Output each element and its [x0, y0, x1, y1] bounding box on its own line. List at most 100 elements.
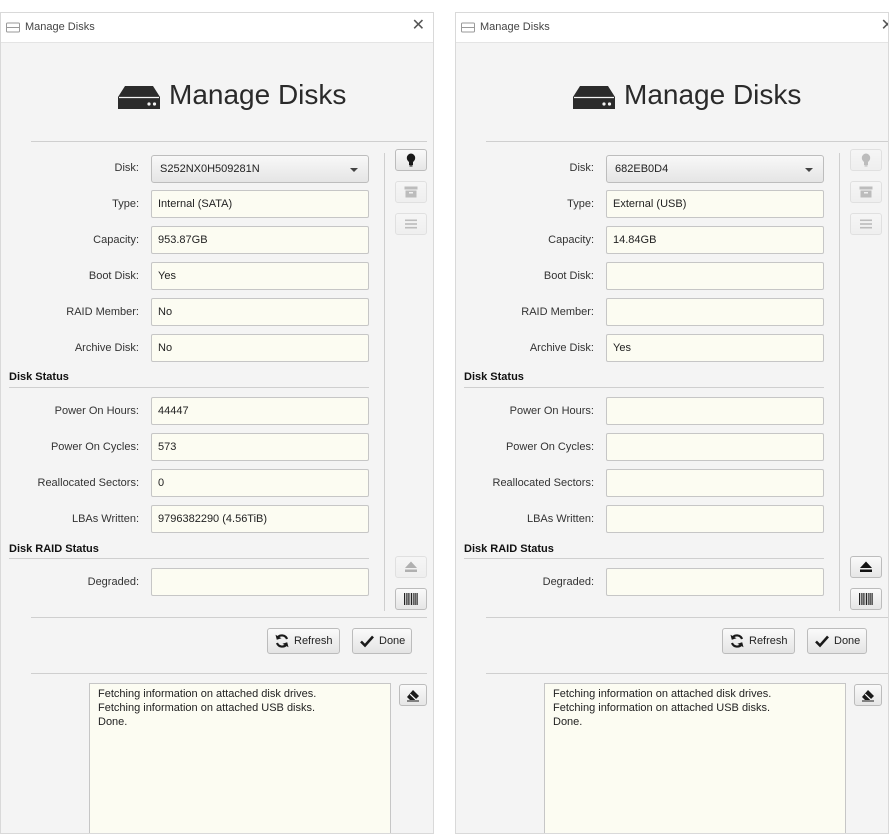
vertical-divider [839, 153, 840, 611]
power-on-cycles-field[interactable]: 573 [151, 433, 369, 461]
checkmark-icon [360, 635, 374, 648]
disk-label: Disk: [114, 162, 139, 174]
type-label: Type: [112, 198, 139, 210]
section-divider [9, 387, 369, 388]
power-on-hours-field[interactable]: 44447 [151, 397, 369, 425]
raid-member-label: RAID Member: [521, 306, 594, 318]
list-button[interactable] [395, 213, 427, 235]
divider [486, 141, 888, 142]
list-icon [405, 219, 417, 229]
divider [31, 673, 427, 674]
archive-button[interactable] [395, 181, 427, 203]
refresh-button[interactable]: Refresh [722, 628, 795, 654]
log-line: Done. [98, 716, 128, 728]
disk-icon [6, 22, 20, 33]
done-button[interactable]: Done [807, 628, 868, 654]
chevron-down-icon [805, 168, 813, 172]
capacity-field[interactable]: 14.84GB [606, 226, 824, 254]
reallocated-sectors-field[interactable]: 0 [151, 469, 369, 497]
disk-raid-status-heading: Disk RAID Status [464, 543, 554, 555]
reallocated-sectors-label: Reallocated Sectors: [37, 477, 140, 489]
lbas-written-field[interactable]: 9796382290 (4.56TiB) [151, 505, 369, 533]
lbas-written-label: LBAs Written: [71, 513, 139, 525]
raid-member-field[interactable]: No [151, 298, 369, 326]
log-line: Done. [553, 716, 583, 728]
disk-select-value: S252NX0H509281N [160, 163, 260, 175]
identify-button[interactable] [850, 149, 882, 171]
section-divider [464, 387, 824, 388]
raid-member-field[interactable] [606, 298, 824, 326]
power-on-hours-label: Power On Hours: [54, 405, 139, 417]
log-line: Fetching information on attached USB dis… [553, 702, 771, 714]
reallocated-sectors-label: Reallocated Sectors: [492, 477, 595, 489]
divider [486, 617, 888, 618]
eraser-icon [407, 690, 419, 702]
window-title: Manage Disks [25, 21, 95, 33]
heading-text: Manage Disks [169, 79, 347, 110]
window-title: Manage Disks [480, 21, 550, 33]
lbas-written-field[interactable] [606, 505, 824, 533]
close-icon[interactable]: ✕ [412, 18, 425, 34]
log-output[interactable]: Fetching information on attached disk dr… [544, 683, 846, 833]
lightbulb-icon [861, 153, 871, 167]
done-button[interactable]: Done [352, 628, 413, 654]
archive-button[interactable] [850, 181, 882, 203]
eject-button[interactable] [395, 556, 427, 578]
log-output[interactable]: Fetching information on attached disk dr… [89, 683, 391, 833]
refresh-button[interactable]: Refresh [267, 628, 340, 654]
boot-disk-field[interactable] [606, 262, 824, 290]
disk-select-value: 682EB0D4 [615, 163, 669, 175]
section-divider [464, 558, 824, 559]
eject-icon [860, 561, 872, 572]
section-divider [9, 558, 369, 559]
raid-member-label: RAID Member: [66, 306, 139, 318]
degraded-field[interactable] [151, 568, 369, 596]
title-bar: Manage Disks ✕ [1, 13, 433, 43]
list-icon [860, 219, 872, 229]
checkmark-icon [815, 635, 829, 648]
archive-disk-label: Archive Disk: [74, 342, 139, 354]
archive-disk-field[interactable]: Yes [606, 334, 824, 362]
barcode-icon [404, 593, 418, 605]
archive-box-icon [859, 186, 873, 198]
capacity-field[interactable]: 953.87GB [151, 226, 369, 254]
refresh-icon [275, 634, 289, 648]
barcode-button[interactable] [850, 588, 882, 610]
reallocated-sectors-field[interactable] [606, 469, 824, 497]
done-label: Done [379, 635, 406, 647]
clear-log-button[interactable] [854, 684, 882, 706]
lightbulb-icon [406, 153, 416, 167]
power-on-cycles-label: Power On Cycles: [505, 441, 594, 453]
clear-log-button[interactable] [399, 684, 427, 706]
close-icon[interactable]: ✕ [881, 18, 888, 34]
type-field[interactable]: External (USB) [606, 190, 824, 218]
list-button[interactable] [850, 213, 882, 235]
degraded-field[interactable] [606, 568, 824, 596]
eject-icon [405, 561, 417, 572]
log-line: Fetching information on attached disk dr… [98, 688, 317, 700]
disk-status-heading: Disk Status [464, 371, 524, 383]
boot-disk-field[interactable]: Yes [151, 262, 369, 290]
hard-drive-icon [118, 86, 160, 109]
refresh-label: Refresh [294, 635, 333, 647]
archive-disk-field[interactable]: No [151, 334, 369, 362]
identify-button[interactable] [395, 149, 427, 171]
divider [486, 673, 888, 674]
disk-select[interactable]: 682EB0D4 [606, 155, 824, 183]
page-heading: Manage Disks [456, 79, 888, 119]
disk-select[interactable]: S252NX0H509281N [151, 155, 369, 183]
power-on-cycles-label: Power On Cycles: [50, 441, 139, 453]
power-on-hours-label: Power On Hours: [509, 405, 594, 417]
chevron-down-icon [350, 168, 358, 172]
barcode-button[interactable] [395, 588, 427, 610]
eject-button[interactable] [850, 556, 882, 578]
type-field[interactable]: Internal (SATA) [151, 190, 369, 218]
power-on-cycles-field[interactable] [606, 433, 824, 461]
done-label: Done [834, 635, 861, 647]
heading-text: Manage Disks [624, 79, 802, 110]
title-bar: Manage Disks ✕ [456, 13, 888, 43]
vertical-divider [384, 153, 385, 611]
refresh-icon [730, 634, 744, 648]
capacity-label: Capacity: [93, 234, 139, 246]
power-on-hours-field[interactable] [606, 397, 824, 425]
